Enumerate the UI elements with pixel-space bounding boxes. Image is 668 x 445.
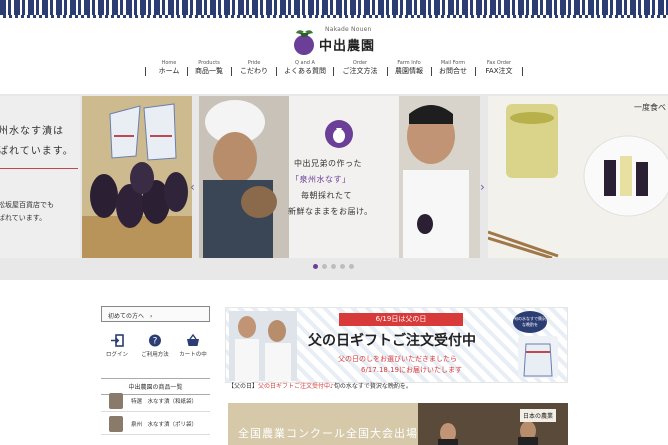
site-logo[interactable]: Nakade Nouen 中出農園 <box>291 26 391 56</box>
nav-separator <box>187 67 188 76</box>
quick-link-label: ご利用方法 <box>141 352 169 358</box>
slide-next[interactable]: 一度食べ <box>488 96 668 258</box>
nav-item-jp: こだわり <box>240 67 268 75</box>
caption-prefix: 【父の日】 <box>228 383 259 390</box>
nav-item-pride[interactable]: Pride こだわり <box>235 60 273 77</box>
eggplant-icon <box>325 120 353 148</box>
nav-separator <box>475 67 476 76</box>
slide-text: ばれています。 <box>0 214 47 222</box>
sidebar-product-item[interactable]: 泉州 水なす漬（ポリ袋） <box>101 413 210 435</box>
caption-text: 旬の水なすで贅沢な晩酌を。 <box>333 383 412 390</box>
hero-slider: 州水なす漬は ばれています。 松坂屋百貨店でも ばれています。 中出兄弟の作った… <box>0 94 668 280</box>
competition-tag: 日本の農業 <box>520 409 557 422</box>
nav-separator <box>145 67 146 76</box>
farmers-banner-image <box>229 311 297 381</box>
gift-bag-image <box>518 336 558 378</box>
nav-item-jp: 農園情報 <box>395 67 423 75</box>
header-pattern-band <box>0 0 668 18</box>
pickles-photo <box>488 96 668 258</box>
banner-title: 父の日ギフトご注文受付中 <box>308 333 476 349</box>
slider-dot[interactable] <box>340 264 345 269</box>
nav-separator <box>276 67 277 76</box>
help-icon: ? <box>149 334 161 347</box>
nav-item-jp: お問合せ <box>439 67 467 75</box>
nav-item-order[interactable]: Order ご注文方法 <box>337 60 383 77</box>
nav-item-jp: FAX注文 <box>485 67 513 75</box>
nav-item-products[interactable]: Products 商品一覧 <box>191 60 227 77</box>
cart-icon <box>187 334 199 346</box>
nav-separator <box>387 67 388 76</box>
nav-item-farm-info[interactable]: Farm Info 農園情報 <box>391 60 427 77</box>
nav-item-jp: 商品一覧 <box>195 67 223 75</box>
slide-text: 松坂屋百貨店でも <box>0 201 54 209</box>
banner-subtitle: 6/17.18.19にお届けいたします <box>361 366 462 374</box>
quick-link-label: ログイン <box>105 352 128 358</box>
banner-caption[interactable]: 【父の日】父の日ギフトご注文受付中♪旬の水なすで贅沢な晩酌を。 <box>228 381 412 390</box>
slider-dot[interactable] <box>313 264 318 269</box>
slide-headline: 中出兄弟の作った <box>294 159 362 168</box>
eggplant-basket-image <box>82 96 192 258</box>
quick-link-label: カートの中 <box>179 352 207 358</box>
competition-banner-text: 全国農業コンクール全国大会出場 <box>238 427 418 440</box>
product-thumbnail <box>109 416 123 432</box>
nav-item-home[interactable]: Home ホーム <box>153 60 185 77</box>
slider-prev-arrow[interactable]: ‹ <box>190 180 195 194</box>
slide-previous[interactable]: 州水なす漬は ばれています。 松坂屋百貨店でも ばれています。 <box>0 96 80 258</box>
nav-item-jp: ホーム <box>158 67 180 75</box>
product-label: 特選 水なす漬（和紙袋） <box>131 399 198 405</box>
nav-separator <box>431 67 432 76</box>
banner-badge: 旬の水なすで贅沢な晩酌を <box>513 311 547 333</box>
slide-headline: 毎朝採れたて <box>301 191 352 200</box>
slide-headline: 新鮮なままをお届け。 <box>288 207 373 216</box>
slider-next-arrow[interactable]: › <box>480 180 485 194</box>
slider-dot[interactable] <box>331 264 336 269</box>
slide-divider <box>0 168 78 169</box>
nav-item-fax-order[interactable]: Fax Order FAX注文 <box>479 60 519 77</box>
slider-dot[interactable] <box>349 264 354 269</box>
product-label: 泉州 水なす漬（ポリ袋） <box>131 422 198 428</box>
slide-text: 一度食べ <box>634 103 666 112</box>
slide-eggplant-photo[interactable] <box>82 96 192 258</box>
banner-subtitle: 父の日のしをお選びいただきましたら <box>338 355 457 363</box>
usage-guide-link[interactable]: ? ご利用方法 <box>139 334 171 358</box>
caption-highlight: 父の日ギフトご注文受付中♪ <box>258 383 334 390</box>
competition-banner[interactable]: 全国農業コンクール全国大会出場 日本の農業 <box>228 403 568 445</box>
nav-item-contact[interactable]: Mail Form お問合せ <box>435 60 471 77</box>
sidebar-product-item[interactable]: 特選 水なす漬（和紙袋） <box>101 390 210 412</box>
login-icon <box>111 334 124 347</box>
nav-separator <box>522 67 523 76</box>
cart-link[interactable]: カートの中 <box>177 334 209 358</box>
slide-text: ばれています。 <box>0 146 74 157</box>
product-thumbnail <box>109 393 123 409</box>
logo-romaji: Nakade Nouen <box>325 26 372 33</box>
login-link[interactable]: ログイン <box>101 334 133 358</box>
slide-current[interactable]: 中出兄弟の作った 「泉州水なす」 毎朝採れたて 新鮮なままをお届け。 <box>199 96 480 258</box>
beginner-guide-button[interactable]: 初めての方へ › <box>101 306 210 322</box>
slider-dot[interactable] <box>322 264 327 269</box>
fathers-day-banner[interactable]: 6/19日は父の日 父の日ギフトご注文受付中 父の日のしをお選びいただきましたら… <box>225 307 568 383</box>
logo-name: 中出農園 <box>319 39 376 54</box>
slide-text: 州水なす漬は <box>0 126 64 137</box>
nav-separator <box>231 67 232 76</box>
banner-tag: 6/19日は父の日 <box>339 313 463 326</box>
nav-item-jp: よくある質問 <box>284 67 326 75</box>
slide-headline: 「泉州水なす」 <box>291 175 351 184</box>
nav-separator <box>333 67 334 76</box>
eggplant-logo-icon <box>294 30 314 55</box>
svg-text:?: ? <box>153 337 158 347</box>
nav-item-faq[interactable]: Q and A よくある質問 <box>280 60 330 77</box>
nav-item-jp: ご注文方法 <box>342 67 378 75</box>
